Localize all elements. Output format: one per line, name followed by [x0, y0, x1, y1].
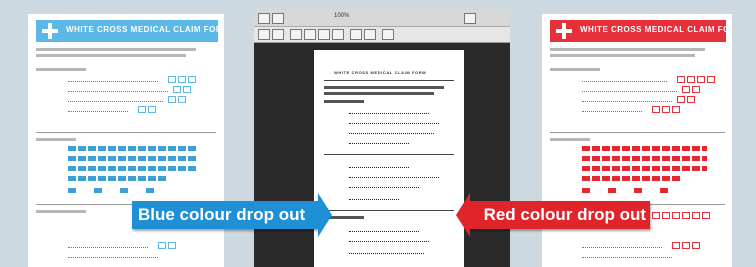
rotate-icon[interactable]: [364, 29, 376, 40]
zoom-out-icon[interactable]: [350, 29, 362, 40]
save-icon[interactable]: [272, 13, 284, 24]
open-file-icon[interactable]: [258, 13, 270, 24]
page-heading: WHITE CROSS MEDICAL CLAIM FORM: [334, 70, 427, 75]
viewer-toolbar-tools: [254, 27, 510, 43]
view-icon[interactable]: [290, 29, 302, 40]
red-dropout-label: Red colour drop out: [483, 205, 646, 224]
fit-page-icon[interactable]: [304, 29, 316, 40]
red-dropout-callout: Red colour drop out: [456, 193, 650, 237]
blue-form-preview: WHITE CROSS MEDICAL CLAIM FORM: [28, 14, 224, 267]
crop-icon[interactable]: [382, 29, 394, 40]
form-banner: WHITE CROSS MEDICAL CLAIM FORM: [550, 20, 732, 42]
zoom-label[interactable]: 100%: [334, 13, 349, 19]
medical-cross-icon: [556, 23, 572, 39]
blue-dropout-callout: Blue colour drop out: [132, 193, 332, 237]
next-page-icon[interactable]: [272, 29, 284, 40]
prev-page-icon[interactable]: [258, 29, 270, 40]
settings-icon[interactable]: [464, 13, 476, 24]
zoom-in-icon[interactable]: [332, 29, 344, 40]
dropout-result-page: WHITE CROSS MEDICAL CLAIM FORM: [314, 50, 464, 267]
medical-cross-icon: [42, 23, 58, 39]
fit-width-icon[interactable]: [318, 29, 330, 40]
red-form-preview: WHITE CROSS MEDICAL CLAIM FORM: [542, 14, 732, 267]
banner-title: WHITE CROSS MEDICAL CLAIM FORM: [66, 25, 224, 34]
viewer-toolbar-top: 100%: [254, 10, 510, 27]
banner-title: WHITE CROSS MEDICAL CLAIM FORM: [580, 25, 732, 34]
form-banner: WHITE CROSS MEDICAL CLAIM FORM: [36, 20, 224, 42]
blue-dropout-label: Blue colour drop out: [138, 205, 306, 224]
